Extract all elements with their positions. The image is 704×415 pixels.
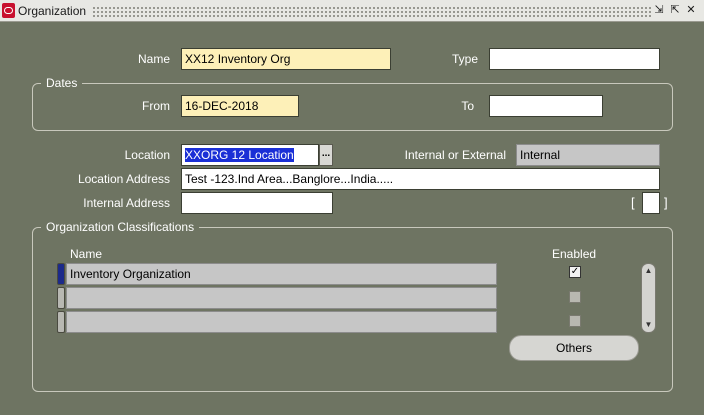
- location-lov-button[interactable]: ...: [319, 144, 333, 166]
- vertical-scrollbar[interactable]: ▲ ▼: [641, 263, 656, 333]
- internal-address-field[interactable]: [181, 192, 333, 214]
- enabled-checkbox[interactable]: [569, 315, 581, 327]
- scroll-down-icon[interactable]: ▼: [642, 319, 655, 331]
- titlebar-drag-area[interactable]: [92, 6, 652, 17]
- close-icon[interactable]: ✕: [684, 3, 698, 18]
- classifications-group-title: Organization Classifications: [41, 220, 200, 234]
- enabled-checkbox[interactable]: [569, 291, 581, 303]
- minimize-icon[interactable]: ⇲: [652, 3, 666, 18]
- to-date-field[interactable]: [489, 95, 603, 117]
- window-title: Organization: [18, 4, 87, 18]
- dates-group-title: Dates: [41, 76, 83, 90]
- name-label: Name: [137, 52, 170, 66]
- classification-name-header: Name: [70, 247, 103, 261]
- bracket-open: [: [631, 195, 635, 210]
- others-button[interactable]: Others: [509, 335, 639, 361]
- scroll-up-icon[interactable]: ▲: [642, 265, 655, 277]
- classification-name-field[interactable]: Inventory Organization: [66, 263, 497, 285]
- name-field[interactable]: XX12 Inventory Org: [181, 48, 391, 70]
- type-field[interactable]: [489, 48, 660, 70]
- location-field[interactable]: XXORG 12 Location: [181, 144, 319, 166]
- maximize-icon[interactable]: ⇱: [668, 3, 682, 18]
- internal-address-label: Internal Address: [83, 196, 170, 210]
- bracket-close: ]: [664, 195, 668, 210]
- classification-name-field[interactable]: [66, 287, 497, 309]
- from-date-field[interactable]: 16-DEC-2018: [181, 95, 299, 117]
- internal-external-label: Internal or External: [404, 148, 506, 162]
- type-label: Type: [451, 52, 478, 66]
- window-titlebar[interactable]: Organization ⇲ ⇱ ✕: [0, 0, 704, 22]
- row-indicator[interactable]: [57, 311, 65, 333]
- row-indicator[interactable]: [57, 287, 65, 309]
- row-indicator-current[interactable]: [57, 263, 65, 285]
- enabled-checkbox-checked[interactable]: ✓: [569, 266, 581, 278]
- from-label: From: [142, 99, 170, 113]
- classification-enabled-header: Enabled: [552, 247, 597, 261]
- location-address-field[interactable]: Test -123.Ind Area...Banglore...India...…: [181, 168, 660, 190]
- location-address-label: Location Address: [77, 172, 170, 186]
- location-value: XXORG 12 Location: [185, 148, 294, 162]
- location-label: Location: [124, 148, 170, 162]
- classification-name-field[interactable]: [66, 311, 497, 333]
- internal-external-field[interactable]: Internal: [516, 144, 660, 166]
- context-field[interactable]: [642, 192, 660, 214]
- to-label: To: [461, 99, 474, 113]
- oracle-icon: [2, 3, 15, 18]
